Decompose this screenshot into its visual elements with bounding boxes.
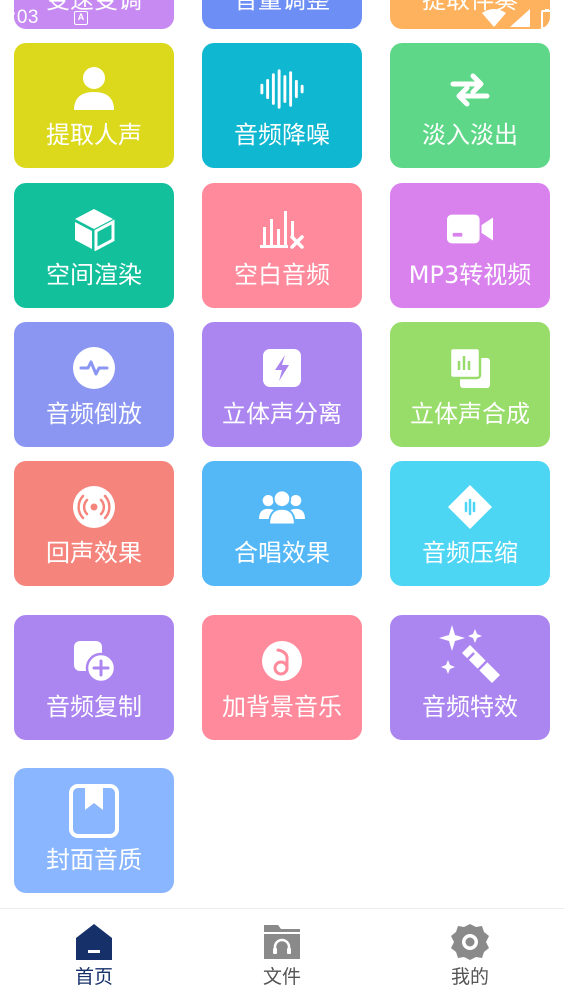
tile-silent-audio[interactable]: 空白音频: [202, 183, 362, 308]
tile-audio-effects[interactable]: 音频特效: [390, 615, 550, 740]
tile-label: 变速变调: [46, 0, 142, 14]
tile-label: 立体声合成: [410, 400, 530, 428]
tile-spatial-render[interactable]: 空间渲染: [14, 183, 174, 308]
tile-label: 音频倒放: [46, 400, 142, 428]
nav-mine[interactable]: 我的: [376, 909, 564, 1002]
tile-speed-pitch[interactable]: 变速变调: [14, 0, 174, 29]
tile-echo-effect[interactable]: 回声效果: [14, 461, 174, 586]
folder-headphones-icon: [264, 925, 300, 959]
tile-mp3-to-video[interactable]: MP3转视频: [390, 183, 550, 308]
tile-label: 音频特效: [422, 693, 518, 721]
nav-home[interactable]: 首页: [0, 909, 188, 1002]
tile-stereo-split[interactable]: 立体声分离: [202, 322, 362, 447]
tile-stereo-merge[interactable]: 立体声合成: [390, 322, 550, 447]
tile-audio-compress[interactable]: 音频压缩: [390, 461, 550, 586]
tile-chorus-effect[interactable]: 合唱效果: [202, 461, 362, 586]
tile-extract-accompaniment[interactable]: 提取伴奏: [390, 0, 550, 29]
music-disc-icon: [259, 638, 305, 684]
tile-add-bgm[interactable]: 加背景音乐: [202, 615, 362, 740]
tile-label: 立体声分离: [222, 400, 342, 428]
tile-label: 音频压缩: [422, 539, 518, 567]
tile-label: 音频复制: [46, 693, 142, 721]
pulse-circle-icon: [71, 345, 117, 391]
tile-label: 提取伴奏: [422, 0, 518, 14]
settings-gear-icon: [451, 924, 489, 960]
stacked-chart-icon: [447, 345, 493, 391]
cube-icon: [71, 206, 117, 252]
tile-label: 音频降噪: [234, 121, 330, 149]
swap-arrows-icon: [447, 66, 493, 112]
nav-files[interactable]: 文件: [188, 909, 376, 1002]
tile-extract-vocals[interactable]: 提取人声: [14, 43, 174, 168]
tile-label: 加背景音乐: [222, 693, 342, 721]
tile-volume-adjust[interactable]: 音量调整: [202, 0, 362, 29]
video-camera-icon: [447, 206, 493, 252]
broadcast-icon: [71, 484, 117, 530]
bookmark-book-icon: [69, 784, 119, 838]
tile-audio-copy[interactable]: 音频复制: [14, 615, 174, 740]
tile-label: 提取人声: [46, 121, 142, 149]
nav-label: 首页: [74, 966, 113, 988]
nav-label: 我的: [450, 966, 489, 988]
tile-label: 回声效果: [46, 539, 142, 567]
tile-reverse-audio[interactable]: 音频倒放: [14, 322, 174, 447]
person-icon: [71, 66, 117, 112]
tile-noise-reduction[interactable]: 音频降噪: [202, 43, 362, 168]
bottom-navigation: 首页 文件 我的: [0, 908, 564, 1002]
silent-bars-icon: [259, 206, 305, 252]
tile-label: 空白音频: [234, 261, 330, 289]
tile-label: 合唱效果: [234, 539, 330, 567]
nav-label: 文件: [262, 966, 301, 988]
sound-wave-icon: [259, 66, 305, 112]
copy-add-icon: [71, 638, 117, 684]
tile-fade-in-out[interactable]: 淡入淡出: [390, 43, 550, 168]
home-icon: [76, 924, 112, 960]
tile-label: 封面音质: [46, 846, 142, 874]
tile-label: 空间渲染: [46, 261, 142, 289]
group-people-icon: [259, 484, 305, 530]
tile-label: MP3转视频: [408, 261, 532, 289]
tile-cover-quality[interactable]: 封面音质: [14, 768, 174, 893]
tile-label: 音量调整: [234, 0, 330, 14]
tile-label: 淡入淡出: [422, 121, 518, 149]
magic-wand-icon: [438, 623, 502, 687]
compress-diamond-icon: [447, 484, 493, 530]
lightning-square-icon: [259, 345, 305, 391]
